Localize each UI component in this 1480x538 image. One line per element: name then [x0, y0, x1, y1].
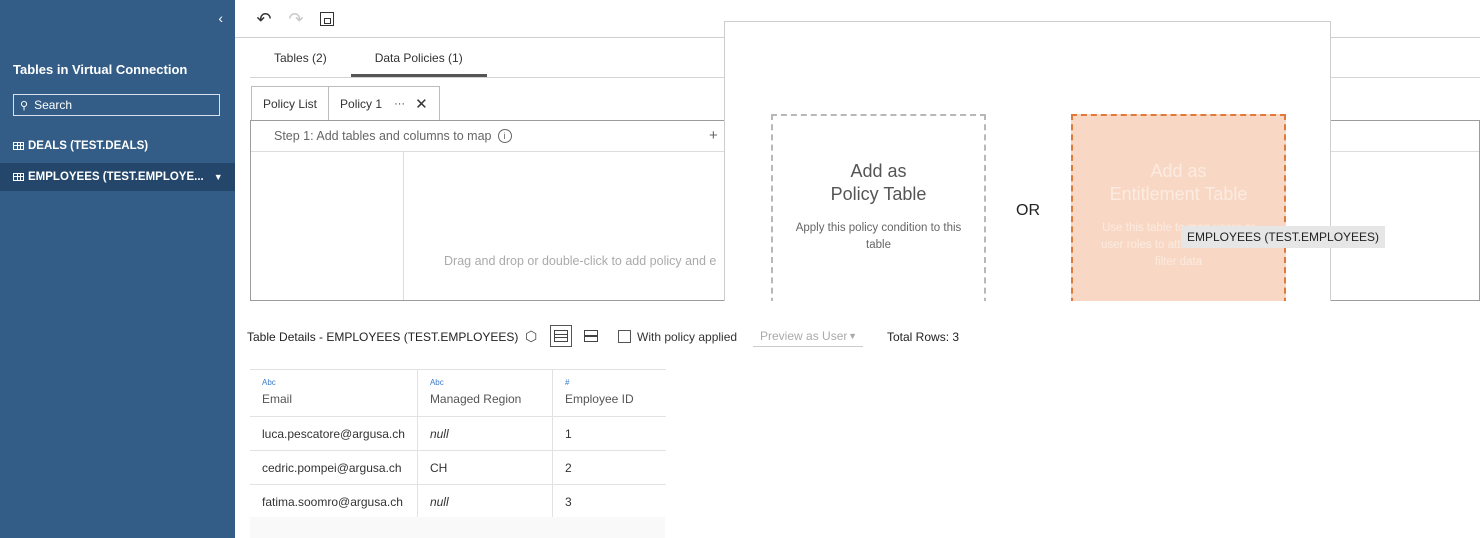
cell-email: fatima.soomro@argusa.ch — [250, 484, 418, 519]
table-icon — [13, 142, 24, 150]
with-policy-label: With policy applied — [637, 330, 738, 344]
save-icon[interactable] — [316, 8, 338, 30]
split-view-button[interactable] — [580, 325, 602, 347]
cell-managed-region: CH — [416, 450, 553, 485]
cell-managed-region: null — [416, 416, 553, 451]
more-icon[interactable]: ··· — [394, 98, 405, 110]
undo-icon[interactable]: ↶ — [253, 8, 275, 30]
search-icon: ⚲ — [20, 99, 29, 112]
policy-card-title-line2: Policy Table — [830, 184, 927, 204]
close-icon[interactable]: ✕ — [415, 95, 428, 113]
column-name: Managed Region — [429, 392, 522, 406]
cell-managed-region: null — [416, 484, 553, 519]
policy-left-column — [251, 152, 404, 300]
top-tabs: Tables (2) Data Policies (1) — [250, 40, 487, 78]
cell-email: cedric.pompei@argusa.ch — [250, 450, 418, 485]
subtab-policy-list[interactable]: Policy List — [251, 86, 330, 120]
search-input[interactable] — [34, 98, 205, 112]
drag-chip[interactable]: EMPLOYEES (TEST.EMPLOYEES) — [1181, 226, 1386, 248]
grid-view-button[interactable] — [550, 325, 572, 347]
sidebar-item-label: EMPLOYEES (TEST.EMPLOYE... — [28, 171, 204, 183]
column-header-employee-id[interactable]: # Employee ID — [551, 369, 667, 417]
column-name: Email — [262, 392, 293, 406]
sidebar-item-employees[interactable]: EMPLOYEES (TEST.EMPLOYE... ▼ — [0, 163, 235, 191]
tab-tables[interactable]: Tables (2) — [250, 40, 351, 77]
table-details-title: Table Details - EMPLOYEES (TEST.EMPLOYEE… — [247, 330, 519, 344]
sidebar: ‹ Tables in Virtual Connection ⚲ DEALS (… — [0, 0, 235, 538]
table-icon — [13, 173, 24, 181]
entitlement-card-title-line2: Entitlement Table — [1109, 184, 1248, 204]
sidebar-item-deals[interactable]: DEALS (TEST.DEALS) — [0, 132, 235, 160]
table-row: fatima.soomro@argusa.ch null 3 — [250, 484, 667, 519]
sidebar-title: Tables in Virtual Connection — [13, 62, 188, 77]
column-name: Employee ID — [564, 392, 634, 406]
add-table-dialog: Add as Policy Table Apply this policy co… — [724, 21, 1331, 301]
table-row: cedric.pompei@argusa.ch CH 2 — [250, 450, 667, 485]
subtab-policy-1[interactable]: Policy 1 ··· ✕ — [329, 86, 440, 120]
chevron-down-icon: ▼ — [848, 331, 857, 341]
drop-hint: Drag and drop or double-click to add pol… — [444, 254, 717, 268]
grid-icon — [554, 330, 568, 342]
sidebar-item-label: DEALS (TEST.DEALS) — [28, 140, 149, 152]
search-box[interactable]: ⚲ — [13, 94, 220, 116]
cell-employee-id: 1 — [551, 416, 667, 451]
add-as-entitlement-table-target[interactable]: Add as Entitlement Table Use this table … — [1071, 114, 1286, 301]
subtab-label: Policy 1 — [340, 96, 383, 111]
cell-email: luca.pescatore@argusa.ch — [250, 416, 418, 451]
data-table: Abc Email Abc Managed Region # Employee … — [250, 369, 667, 519]
string-type-icon: Abc — [429, 378, 444, 387]
number-type-icon: # — [564, 378, 570, 387]
string-type-icon: Abc — [262, 378, 276, 387]
preview-label: Preview as User — [760, 329, 848, 343]
subtab-label: Policy List — [263, 96, 318, 111]
cell-employee-id: 3 — [551, 484, 667, 519]
tab-data-policies[interactable]: Data Policies (1) — [350, 40, 487, 77]
policy-card-title-line1: Add as — [850, 161, 907, 181]
policy-card-description: Apply this policy condition to this tabl… — [795, 222, 962, 251]
cell-employee-id: 2 — [551, 450, 667, 485]
table-details-bar: Table Details - EMPLOYEES (TEST.EMPLOYEE… — [236, 301, 1480, 371]
split-icon — [584, 330, 598, 342]
column-header-managed-region[interactable]: Abc Managed Region — [416, 369, 553, 417]
add-icon[interactable]: + — [709, 127, 718, 144]
caret-down-icon[interactable]: ▼ — [214, 172, 223, 182]
policy-subtabs: Policy List Policy 1 ··· ✕ — [251, 86, 440, 120]
or-label: OR — [1016, 202, 1040, 219]
column-header-email[interactable]: Abc Email — [250, 369, 418, 417]
step-1-label: Step 1: Add tables and columns to map — [274, 129, 492, 143]
add-as-policy-table-target[interactable]: Add as Policy Table Apply this policy co… — [771, 114, 986, 301]
total-rows: Total Rows: 3 — [887, 330, 960, 344]
tag-icon[interactable]: ⬡ — [525, 328, 537, 345]
info-icon[interactable]: i — [497, 129, 512, 143]
redo-icon[interactable]: ↷ — [285, 8, 307, 30]
with-policy-checkbox[interactable] — [618, 330, 631, 343]
table-scroll-area — [250, 517, 665, 538]
preview-as-user-select[interactable]: Preview as User ▼ — [753, 325, 863, 347]
table-row: luca.pescatore@argusa.ch null 1 — [250, 416, 667, 451]
chevron-left-icon[interactable]: ‹ — [218, 10, 223, 26]
entitlement-card-title-line1: Add as — [1150, 161, 1207, 181]
